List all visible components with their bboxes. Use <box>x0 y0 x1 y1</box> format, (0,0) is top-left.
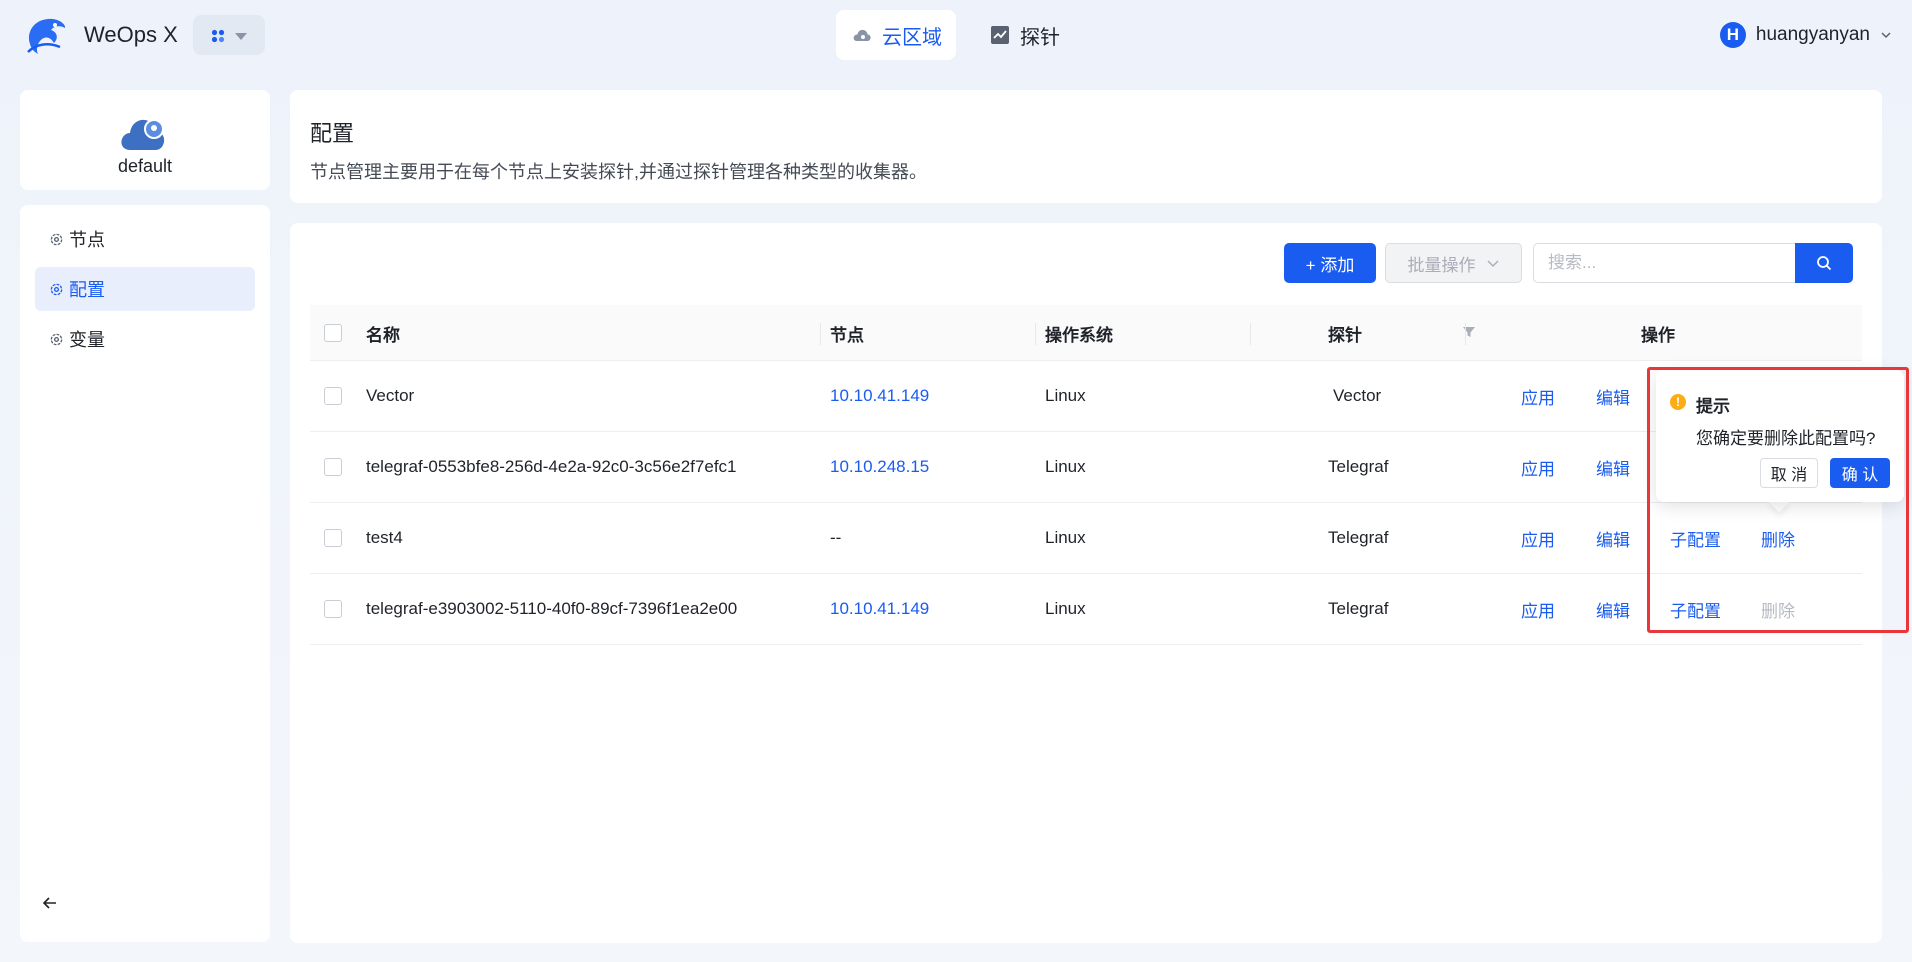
os-value: Linux <box>1045 386 1086 405</box>
sub-config-button[interactable]: 子配置 <box>1670 574 1721 644</box>
select-all-checkbox[interactable] <box>324 324 342 342</box>
row-checkbox[interactable] <box>324 529 342 547</box>
os-value: Linux <box>1045 528 1086 547</box>
gear-icon <box>50 233 63 246</box>
chevron-down-icon <box>1486 260 1499 268</box>
column-header-actions: 操作 <box>1641 325 1675 345</box>
node-link[interactable]: 10.10.248.15 <box>830 432 929 502</box>
probe-value: Telegraf <box>1328 528 1389 547</box>
arrow-left-icon[interactable] <box>40 893 60 913</box>
add-button[interactable]: + 添加 <box>1284 243 1376 283</box>
column-header-probe: 探针 <box>1328 325 1362 345</box>
delete-button[interactable]: 删除 <box>1761 503 1795 573</box>
search-button[interactable] <box>1795 243 1853 283</box>
cloud-location-icon <box>121 119 165 150</box>
column-header-name: 名称 <box>366 325 400 345</box>
batch-operation-label: 批量操作 <box>1407 255 1476 275</box>
config-table-panel: + 添加 批量操作 名称 节点 操作系统 探针 操作 Vector 10.10.… <box>290 223 1882 943</box>
row-checkbox[interactable] <box>324 600 342 618</box>
config-name: test4 <box>366 528 403 547</box>
cancel-button[interactable]: 取 消 <box>1760 458 1818 488</box>
confirm-button[interactable]: 确 认 <box>1830 458 1890 488</box>
apps-grid-icon <box>211 29 225 43</box>
brand-name: WeOps X <box>84 22 178 47</box>
topnav-cloud-region[interactable]: 云区域 <box>836 10 956 60</box>
topnav-probe-label: 探针 <box>1020 26 1060 49</box>
probe-icon <box>991 26 1009 44</box>
search-icon <box>1817 256 1832 271</box>
warning-icon: ! <box>1670 394 1686 410</box>
avatar: H <box>1719 22 1746 48</box>
cloud-region-card: default <box>20 90 270 190</box>
page-title: 配置 <box>310 121 355 146</box>
config-name: telegraf-0553bfe8-256d-4e2a-92c0-3c56e2f… <box>366 457 737 476</box>
cloud-icon <box>853 29 871 41</box>
row-checkbox[interactable] <box>324 458 342 476</box>
table-row: telegraf-0553bfe8-256d-4e2a-92c0-3c56e2f… <box>310 432 1862 503</box>
column-divider <box>820 323 821 345</box>
table-row: Vector 10.10.41.149 Linux Vector 应用 编辑 <box>310 361 1862 432</box>
topnav-probe[interactable]: 探针 <box>974 10 1084 60</box>
config-name: telegraf-e3903002-5110-40f0-89cf-7396f1e… <box>366 599 738 618</box>
chevron-down-icon <box>1881 32 1891 39</box>
page-description: 节点管理主要用于在每个节点上安装探针,并通过探针管理各种类型的收集器。 <box>310 162 927 182</box>
column-divider <box>1035 323 1036 345</box>
node-link[interactable]: 10.10.41.149 <box>830 361 929 431</box>
app-switcher-button[interactable] <box>193 15 265 55</box>
column-header-os: 操作系统 <box>1045 325 1113 345</box>
node-value: -- <box>830 528 842 547</box>
topnav-cloud-region-label: 云区域 <box>882 26 942 49</box>
edit-button[interactable]: 编辑 <box>1596 503 1630 573</box>
column-divider <box>1465 323 1466 345</box>
gear-icon <box>50 283 63 296</box>
table-row: telegraf-e3903002-5110-40f0-89cf-7396f1e… <box>310 574 1862 645</box>
apply-button[interactable]: 应用 <box>1521 361 1555 431</box>
apply-button[interactable]: 应用 <box>1521 574 1555 644</box>
sidebar-item-config[interactable]: 配置 <box>35 267 255 311</box>
search-input[interactable] <box>1533 243 1795 283</box>
weops-logo-icon <box>27 18 66 54</box>
sidebar-item-variables[interactable]: 变量 <box>35 317 255 361</box>
sub-config-button[interactable]: 子配置 <box>1670 503 1721 573</box>
row-checkbox[interactable] <box>324 387 342 405</box>
edit-button[interactable]: 编辑 <box>1596 574 1630 644</box>
sidebar-item-label: 配置 <box>69 280 105 300</box>
batch-operation-button[interactable]: 批量操作 <box>1385 243 1522 283</box>
table-row: test4 -- Linux Telegraf 应用 编辑 子配置 删除 <box>310 503 1862 574</box>
apply-button[interactable]: 应用 <box>1521 432 1555 502</box>
edit-button[interactable]: 编辑 <box>1596 432 1630 502</box>
caret-down-icon <box>235 33 247 40</box>
user-menu[interactable]: H huangyanyan <box>1719 22 1892 48</box>
sidebar-item-nodes[interactable]: 节点 <box>35 217 255 261</box>
column-divider <box>1250 323 1251 345</box>
sidebar-item-label: 节点 <box>69 230 105 250</box>
sidebar-item-label: 变量 <box>69 330 105 350</box>
user-name: huangyanyan <box>1755 24 1870 45</box>
probe-value: Telegraf <box>1328 599 1389 618</box>
popconfirm-message: 您确定要删除此配置吗? <box>1696 429 1876 448</box>
sidebar-menu: 节点 配置 变量 <box>20 205 270 942</box>
top-header: WeOps X 云区域 探针 H huangyanyan <box>0 0 1912 70</box>
edit-button[interactable]: 编辑 <box>1596 361 1630 431</box>
column-header-node: 节点 <box>830 325 864 345</box>
probe-value: Vector <box>1333 386 1382 405</box>
config-name: Vector <box>366 386 415 405</box>
table-header: 名称 节点 操作系统 探针 操作 <box>310 305 1862 361</box>
node-link[interactable]: 10.10.41.149 <box>830 574 929 644</box>
probe-value: Telegraf <box>1328 457 1389 476</box>
os-value: Linux <box>1045 599 1086 618</box>
os-value: Linux <box>1045 457 1086 476</box>
apply-button[interactable]: 应用 <box>1521 503 1555 573</box>
cloud-region-name: default <box>117 156 173 176</box>
delete-popconfirm: ! 提示 您确定要删除此配置吗? 取 消 确 认 <box>1656 370 1904 502</box>
gear-icon <box>50 333 63 346</box>
popconfirm-title: 提示 <box>1696 397 1730 416</box>
delete-button-disabled: 删除 <box>1761 601 1795 621</box>
page-intro: 配置 节点管理主要用于在每个节点上安装探针,并通过探针管理各种类型的收集器。 <box>290 90 1882 203</box>
